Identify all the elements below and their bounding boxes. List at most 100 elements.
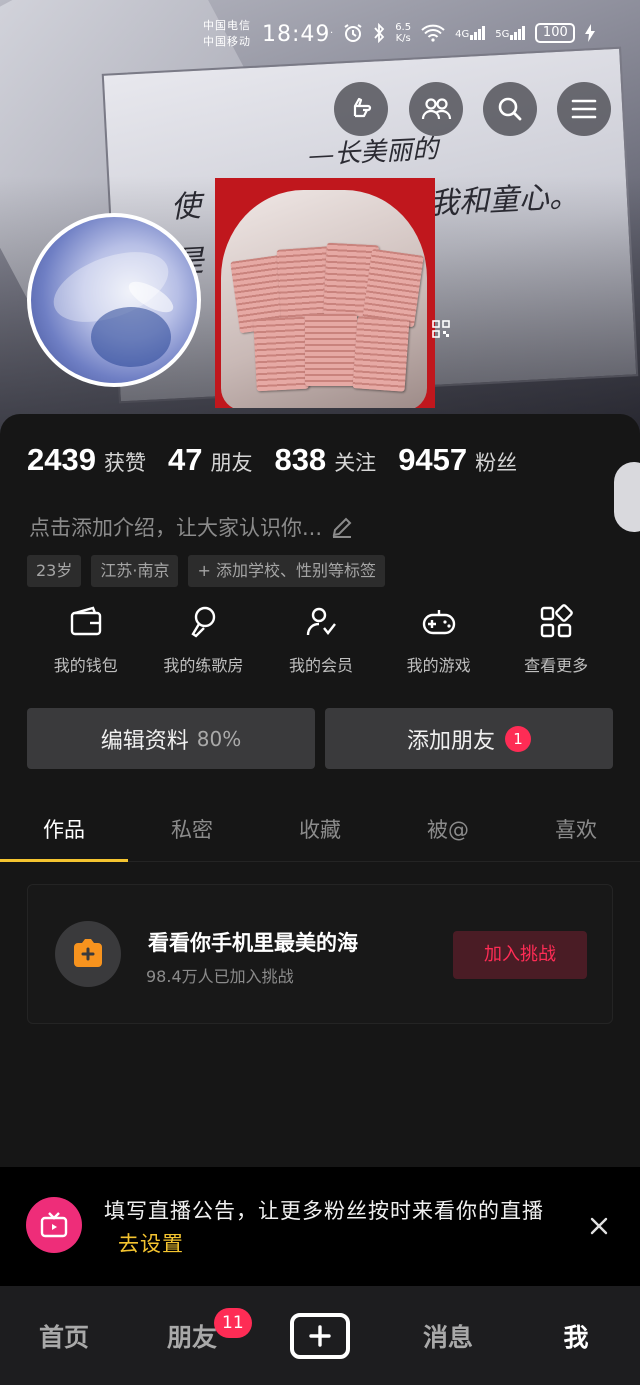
live-notice-setup-link[interactable]: 去设置 [118,1232,184,1256]
signal-4g-icon: 4G [455,26,486,40]
search-icon [498,97,522,121]
status-time: 18:49 [262,22,331,47]
nav-home[interactable]: 首页 [0,1286,128,1385]
plus-icon: + [197,561,211,580]
stat-value: 47 [167,442,203,477]
pencil-icon [332,517,352,538]
stat-following[interactable]: 838 关注 [274,442,376,478]
microphone-icon [191,606,216,638]
qr-code-icon[interactable] [432,320,450,338]
tab-works[interactable]: 作品 [0,800,128,862]
status-bar: 中国电信 中国移动 18:49 · 6.5 K/s 4G 5G 100 [0,14,640,58]
content-tabs: 作品 私密 收藏 被@ 喜欢 [0,800,640,862]
nav-messages[interactable]: 消息 [384,1286,512,1385]
alarm-icon [344,24,362,42]
photo-banknotes [305,314,357,386]
shortcut-label: 我的会员 [288,656,353,675]
edit-profile-button[interactable]: 编辑资料 80% [27,708,315,769]
net-speed-unit: K/s [395,33,411,44]
signal-5g-label: 5G [495,29,510,40]
add-friends-badge: 1 [505,725,531,752]
tag-add[interactable]: + 添加学校、性别等标签 [188,555,385,587]
live-tv-icon-wrap [26,1197,82,1253]
shortcut-member[interactable]: 我的会员 [262,596,380,688]
menu-button[interactable] [557,82,611,136]
stat-value: 838 [274,442,327,477]
bio-edit[interactable]: 点击添加介绍，让大家认识你... [29,512,354,542]
member-icon [306,607,336,636]
photo-banknotes [362,248,424,328]
carrier-labels: 中国电信 中国移动 [203,18,251,50]
carrier-2: 中国移动 [203,35,251,48]
net-speed-value: 6.5 [395,22,412,33]
shortcut-wallet[interactable]: 我的钱包 [27,596,145,688]
nav-create[interactable] [256,1286,384,1385]
stat-label: 朋友 [210,451,253,475]
shortcut-label: 查看更多 [524,656,589,675]
nav-me[interactable]: 我 [512,1286,640,1385]
signal-5g-icon: 5G [495,26,526,40]
live-notice-message: 填写直播公告，让更多粉丝按时来看你的直播 [104,1199,544,1223]
wallet-icon [70,606,101,636]
add-friends-label: 添加朋友 [406,728,495,754]
live-notice-text: 填写直播公告，让更多粉丝按时来看你的直播去设置 [104,1195,554,1261]
data-dot-icon: · [330,27,334,39]
signal-4g-label: 4G [455,29,470,40]
tab-private[interactable]: 私密 [128,800,256,861]
hamburger-menu-icon [571,99,597,119]
shortcut-karaoke[interactable]: 我的练歌房 [145,596,263,688]
avatar[interactable] [27,213,201,387]
side-drawer-handle[interactable] [614,462,640,532]
challenge-card[interactable]: 看看你手机里最美的海 98.4万人已加入挑战 加入挑战 [27,884,613,1024]
profile-action-buttons: 编辑资料 80% 添加朋友 1 [27,708,613,769]
bluetooth-icon [374,23,385,43]
shortcut-label: 我的练歌房 [163,656,244,675]
tab-favorites[interactable]: 收藏 [256,800,384,861]
friends-button[interactable] [409,82,463,136]
challenge-subtitle: 98.4万人已加入挑战 [146,967,294,986]
nav-friends[interactable]: 朋友 11 [128,1286,256,1385]
bottom-nav: 首页 朋友 11 消息 我 [0,1286,640,1385]
photo-banknotes [352,316,410,392]
tab-mentions[interactable]: 被@ [384,800,512,861]
stat-label: 粉丝 [475,451,518,475]
challenge-icon-wrap [55,921,121,987]
add-friends-button[interactable]: 添加朋友 1 [325,708,613,769]
nav-friends-label: 朋友 [166,1322,217,1352]
create-button[interactable] [290,1312,350,1359]
charging-icon [585,24,596,42]
shortcut-games[interactable]: 我的游戏 [380,596,498,688]
money-bag-photo [215,178,435,408]
tag-age[interactable]: 23岁 [27,555,82,587]
wifi-icon [421,24,445,42]
tab-likes[interactable]: 喜欢 [512,800,640,861]
camera-plus-icon [74,939,102,967]
shortcut-more[interactable]: 查看更多 [497,596,615,688]
stat-value: 9457 [398,442,468,477]
live-notice-banner[interactable]: 填写直播公告，让更多粉丝按时来看你的直播去设置 [0,1167,640,1286]
hand-pointer-icon [353,97,372,118]
stat-label: 关注 [334,451,377,475]
grid-more-icon [540,604,574,638]
avatar-art [91,307,171,367]
people-icon [421,98,452,120]
plus-icon [309,1324,331,1347]
edit-profile-label: 编辑资料 [100,728,189,754]
photo-banknotes [253,316,309,392]
stat-value: 2439 [27,442,96,477]
tag-add-label: 添加学校、性别等标签 [215,561,376,580]
tag-location[interactable]: 江苏·南京 [91,555,179,587]
stat-likes[interactable]: 2439 获赞 [27,442,146,478]
stat-followers[interactable]: 9457 粉丝 [398,442,517,478]
stat-friends[interactable]: 47 朋友 [168,442,252,478]
join-challenge-button[interactable]: 加入挑战 [453,931,587,979]
shortcut-label: 我的钱包 [53,656,118,675]
profile-stats: 2439 获赞 47 朋友 838 关注 9457 粉丝 [27,442,539,478]
close-icon[interactable] [586,1213,612,1239]
profile-completion: 80% [196,726,242,751]
carrier-1: 中国电信 [203,19,251,32]
search-button[interactable] [483,82,537,136]
net-speed: 6.5 K/s [395,22,411,44]
shortcuts-row: 我的钱包 我的练歌房 我的会员 我的游戏 查看更多 [27,596,615,688]
hand-pointer-button[interactable] [334,82,388,136]
